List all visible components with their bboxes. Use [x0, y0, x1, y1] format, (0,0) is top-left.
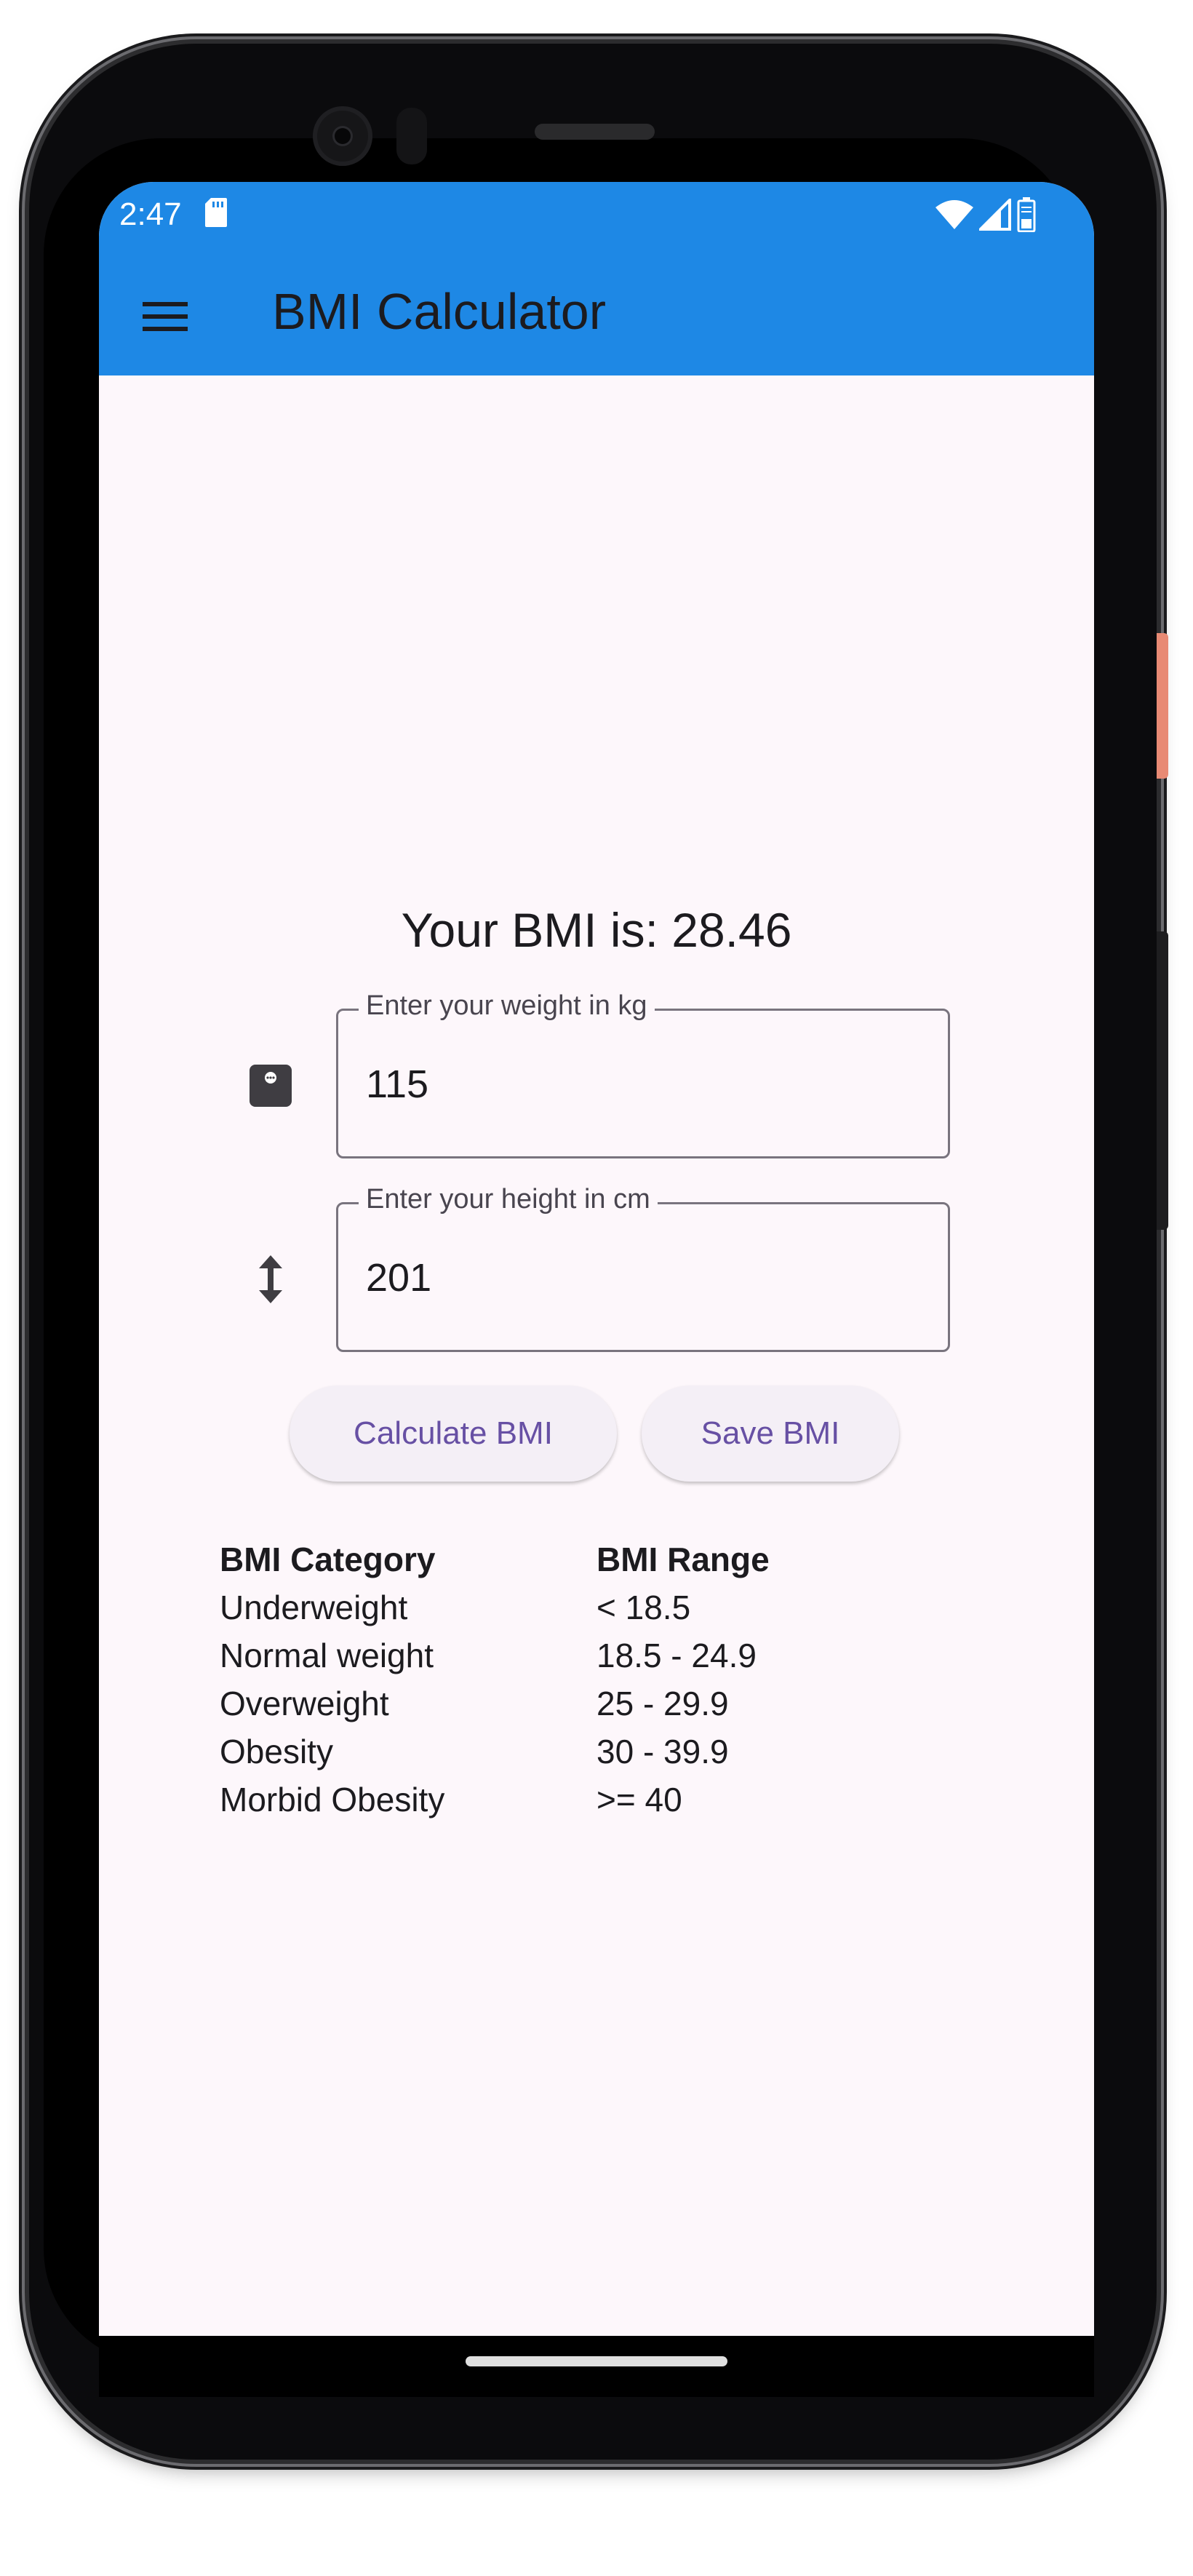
bmi-result-text: Your BMI is: 28.46: [401, 903, 792, 957]
table-row: Overweight 25 - 29.9: [220, 1684, 947, 1732]
power-button: [1157, 633, 1168, 779]
table-row: Morbid Obesity >= 40: [220, 1780, 947, 1828]
menu-button[interactable]: [132, 284, 198, 349]
weight-field-value[interactable]: 115: [366, 1062, 428, 1107]
app-screen: 2:47 BMI Calculator Your BMI is: 28.46 E…: [99, 182, 1094, 2336]
scale-icon: [242, 1057, 300, 1115]
battery-icon: [1017, 197, 1036, 232]
table-cell-category: Normal weight: [220, 1637, 434, 1674]
front-camera: [313, 106, 372, 166]
volume-button: [1157, 931, 1168, 1230]
table-cell-range: >= 40: [596, 1781, 682, 1818]
table-cell-range: 30 - 39.9: [596, 1733, 729, 1770]
sd-card-icon: [205, 198, 227, 227]
navigation-bar: [99, 2336, 1094, 2397]
table-cell-category: Morbid Obesity: [220, 1781, 445, 1818]
app-bar: 2:47 BMI Calculator: [99, 182, 1094, 375]
wifi-icon: [935, 200, 973, 229]
bmi-category-table: BMI Category BMI Range Underweight < 18.…: [220, 1540, 947, 1828]
table-row: Normal weight 18.5 - 24.9: [220, 1636, 947, 1684]
cell-signal-icon: [979, 199, 1011, 231]
table-cell-category: Obesity: [220, 1733, 333, 1770]
table-row: Underweight < 18.5: [220, 1588, 947, 1636]
weight-field-label: Enter your weight in kg: [359, 990, 655, 1022]
proximity-sensor: [396, 108, 427, 164]
weight-field[interactable]: Enter your weight in kg 115: [336, 990, 950, 1158]
height-field-value[interactable]: 201: [366, 1255, 431, 1300]
table-cell-range: 18.5 - 24.9: [596, 1637, 757, 1674]
table-header-range: BMI Range: [596, 1541, 770, 1578]
app-title: BMI Calculator: [272, 283, 607, 340]
table-header-category: BMI Category: [220, 1541, 436, 1578]
table-cell-category: Overweight: [220, 1685, 389, 1722]
save-bmi-button[interactable]: Save BMI: [642, 1386, 899, 1482]
table-row: Obesity 30 - 39.9: [220, 1732, 947, 1780]
table-cell-category: Underweight: [220, 1589, 408, 1626]
height-icon: [242, 1250, 300, 1308]
height-field-label: Enter your height in cm: [359, 1184, 658, 1215]
status-icons: [935, 196, 1036, 233]
table-header-row: BMI Category BMI Range: [220, 1540, 947, 1588]
menu-icon: [143, 302, 188, 331]
table-cell-range: < 18.5: [596, 1589, 691, 1626]
table-cell-range: 25 - 29.9: [596, 1685, 729, 1722]
height-field[interactable]: Enter your height in cm 201: [336, 1184, 950, 1352]
calculate-bmi-button[interactable]: Calculate BMI: [290, 1386, 617, 1482]
home-gesture-bar[interactable]: [466, 2356, 727, 2366]
earpiece-speaker: [535, 124, 655, 140]
status-time: 2:47: [119, 196, 182, 232]
